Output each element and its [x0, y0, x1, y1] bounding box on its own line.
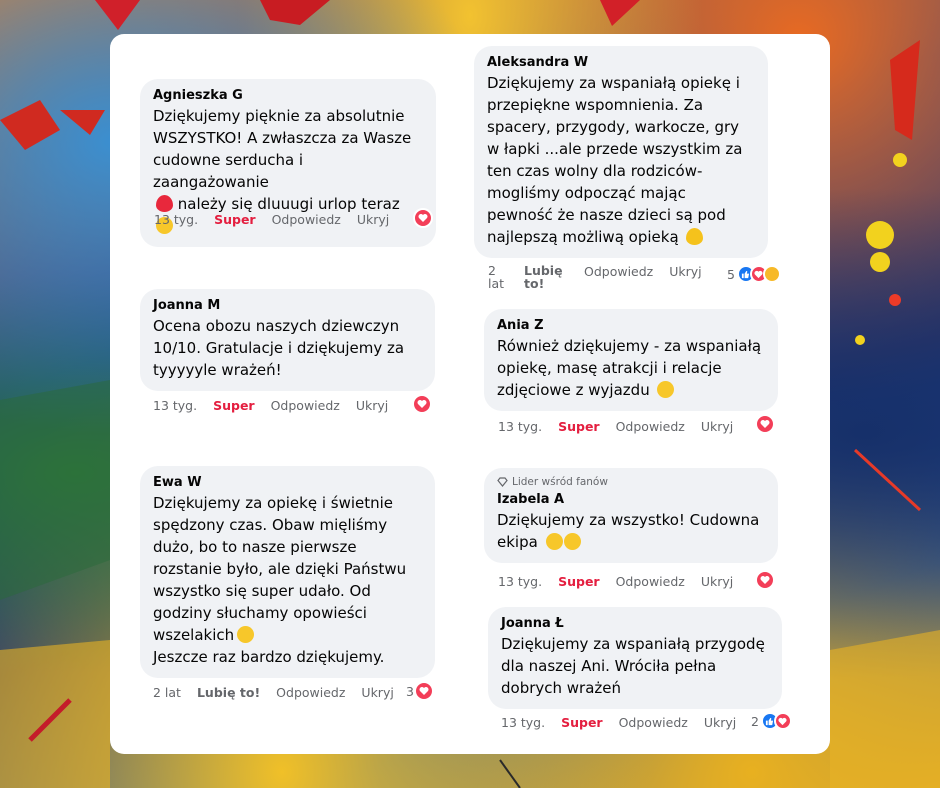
comment-bubble: Ania Z Również dziękujemy - za wspaniałą… — [484, 309, 778, 411]
hide-button[interactable]: Ukryj — [704, 715, 736, 730]
comment-bubble: Joanna Ł Dziękujemy za wspaniałą przygod… — [488, 607, 782, 709]
reaction-button[interactable]: Super — [213, 398, 255, 413]
comment-author[interactable]: Joanna M — [153, 298, 422, 314]
comment-time[interactable]: 13 tyg. — [153, 398, 197, 413]
smile-emoji-icon — [237, 626, 255, 643]
comment-time[interactable]: 13 tyg. — [154, 212, 198, 227]
smile-emoji-icon — [657, 381, 675, 398]
comment-meta: 2 lat Lubię to! Odpowiedz Ukryj — [153, 682, 410, 702]
reply-button[interactable]: Odpowiedz — [584, 264, 653, 279]
comment-meta: 13 tyg. Super Odpowiedz Ukryj — [498, 571, 749, 591]
comment-author[interactable]: Ania Z — [497, 318, 765, 334]
heart-icon — [755, 570, 775, 590]
reply-button[interactable]: Odpowiedz — [272, 212, 341, 227]
reply-button[interactable]: Odpowiedz — [619, 715, 688, 730]
care-icon — [762, 265, 781, 283]
reaction-summary[interactable] — [755, 414, 775, 434]
comment-text: Dziękujemy za wszystko! Cudowna ekipa — [497, 511, 760, 551]
comment-time[interactable]: 13 tyg. — [498, 574, 542, 589]
hide-button[interactable]: Ukryj — [357, 212, 389, 227]
grin-emoji-icon — [563, 533, 581, 550]
reaction-summary[interactable] — [412, 394, 432, 414]
fan-badge: Lider wśród fanów — [497, 475, 765, 489]
comment-author[interactable]: Aleksandra W — [487, 55, 755, 71]
reaction-summary[interactable]: 5 — [727, 265, 781, 283]
reaction-count: 5 — [727, 266, 735, 282]
comment-text: Dziękujemy za wspaniałą opiekę i przepię… — [487, 74, 743, 246]
reply-button[interactable]: Odpowiedz — [271, 398, 340, 413]
comment-time[interactable]: 2 lat — [488, 264, 508, 290]
comment-text: Również dziękujemy - za wspaniałą opiekę… — [497, 337, 762, 399]
comment-meta: 13 tyg. Super Odpowiedz Ukryj — [153, 395, 404, 415]
reaction-summary[interactable]: 2 — [751, 712, 792, 730]
heart-icon — [413, 208, 433, 228]
heart-icon — [755, 414, 775, 434]
reaction-button[interactable]: Lubię to! — [524, 264, 568, 290]
reaction-button[interactable]: Super — [558, 419, 600, 434]
hide-button[interactable]: Ukryj — [361, 685, 393, 700]
fan-badge-label: Lider wśród fanów — [512, 476, 608, 488]
comment-bubble: Ewa W Dziękujemy za opiekę i świetnie sp… — [140, 466, 435, 678]
reaction-button[interactable]: Super — [561, 715, 603, 730]
comment-bubble: Joanna M Ocena obozu naszych dziewczyn 1… — [140, 289, 435, 391]
comment-author[interactable]: Ewa W — [153, 475, 422, 491]
reaction-button[interactable]: Super — [558, 574, 600, 589]
reaction-summary[interactable] — [755, 570, 775, 590]
heart-icon — [413, 681, 434, 701]
comment-meta: 2 lat Lubię to! Odpowiedz Ukryj — [488, 264, 718, 294]
reaction-count: 2 — [751, 713, 759, 729]
reaction-button[interactable]: Lubię to! — [197, 685, 260, 700]
comment-time[interactable]: 13 tyg. — [498, 419, 542, 434]
reaction-summary[interactable] — [413, 208, 433, 228]
heart-eyes-emoji-icon — [545, 533, 563, 550]
comment-bubble: Aleksandra W Dziękujemy za wspaniałą opi… — [474, 46, 768, 258]
reaction-count: 3 — [406, 683, 414, 699]
heart-icon — [412, 394, 432, 414]
comment-bubble: Lider wśród fanów Izabela A Dziękujemy z… — [484, 468, 778, 563]
comment-author[interactable]: Izabela A — [497, 492, 765, 508]
comment-text: Ocena obozu naszych dziewczyn 10/10. Gra… — [153, 317, 405, 379]
hide-button[interactable]: Ukryj — [669, 264, 701, 279]
comment-time[interactable]: 2 lat — [153, 685, 181, 700]
reaction-summary[interactable]: 3 — [406, 681, 434, 701]
reply-button[interactable]: Odpowiedz — [616, 419, 685, 434]
comment-meta: 13 tyg. Super Odpowiedz Ukryj — [501, 712, 752, 732]
reply-button[interactable]: Odpowiedz — [276, 685, 345, 700]
reaction-button[interactable]: Super — [214, 212, 256, 227]
diamond-icon — [497, 477, 508, 487]
comment-text: Dziękujemy za wspaniałą przygodę dla nas… — [501, 635, 765, 697]
comment-author[interactable]: Joanna Ł — [501, 616, 769, 632]
reply-button[interactable]: Odpowiedz — [616, 574, 685, 589]
hide-button[interactable]: Ukryj — [701, 574, 733, 589]
comment-text: Dziękujemy za opiekę i świetnie spędzony… — [153, 494, 407, 666]
yellow-heart-emoji-icon — [686, 228, 704, 245]
comment-time[interactable]: 13 tyg. — [501, 715, 545, 730]
hide-button[interactable]: Ukryj — [701, 419, 733, 434]
comment-author[interactable]: Agnieszka G — [153, 88, 423, 104]
comment-meta: 13 tyg. Super Odpowiedz Ukryj — [154, 209, 405, 229]
hide-button[interactable]: Ukryj — [356, 398, 388, 413]
heart-icon — [773, 712, 792, 730]
comment-meta: 13 tyg. Super Odpowiedz Ukryj — [498, 416, 749, 436]
comments-card: Agnieszka G Dziękujemy pięknie za absolu… — [110, 34, 830, 754]
